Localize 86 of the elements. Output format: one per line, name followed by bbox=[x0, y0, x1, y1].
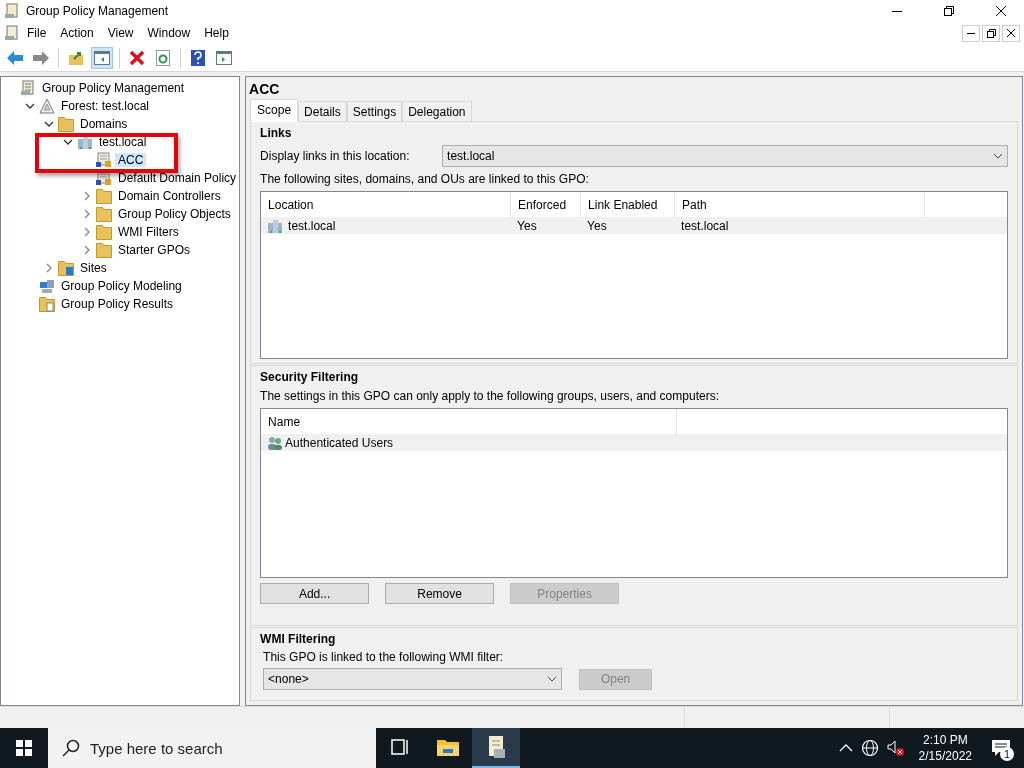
close-icon bbox=[996, 6, 1006, 16]
speaker-muted-icon[interactable] bbox=[886, 739, 905, 757]
tree-item[interactable]: test.local bbox=[96, 135, 150, 149]
tree-item[interactable]: Forest: test.local bbox=[58, 99, 153, 113]
tree-item[interactable]: WMI Filters bbox=[115, 225, 182, 239]
table-cell: Yes bbox=[517, 218, 537, 233]
menu-item[interactable]: Window bbox=[140, 26, 198, 40]
tab[interactable]: Settings bbox=[346, 101, 403, 122]
table-cell: test.local bbox=[288, 218, 336, 233]
scroll-lock-icon bbox=[96, 152, 112, 168]
folder-icon bbox=[436, 737, 460, 757]
section-heading: WMI Filtering bbox=[260, 632, 337, 646]
restore-icon bbox=[986, 28, 996, 38]
folder-icon bbox=[96, 206, 112, 222]
close-icon bbox=[1007, 29, 1015, 37]
list-row[interactable]: test.local Yes Yes test.local bbox=[261, 217, 1008, 234]
table-cell: test.local bbox=[681, 218, 729, 233]
computers-icon bbox=[39, 278, 55, 294]
minimize-icon bbox=[967, 32, 975, 34]
dropdown-caret-icon[interactable] bbox=[547, 676, 558, 682]
list-row[interactable]: Authenticated Users bbox=[261, 434, 1008, 451]
tree-item[interactable]: ACC bbox=[115, 153, 147, 167]
table-cell: Yes bbox=[587, 218, 607, 233]
menu-item[interactable]: Help bbox=[197, 26, 236, 40]
globe-icon[interactable] bbox=[860, 739, 879, 757]
scroll-lock-icon bbox=[96, 170, 112, 186]
clock[interactable]: 2:10 PM 2/15/2022 bbox=[912, 732, 978, 764]
tree-item[interactable]: Group Policy Objects bbox=[115, 207, 234, 221]
back-arrow-icon[interactable] bbox=[7, 50, 23, 65]
menu-item[interactable]: Action bbox=[53, 26, 101, 40]
tree-item[interactable]: Domains bbox=[77, 117, 131, 131]
tree-item[interactable]: Group Policy Modeling bbox=[58, 279, 185, 293]
window-title: Group Policy Management bbox=[26, 4, 170, 18]
tree-item[interactable]: Default Domain Policy bbox=[115, 171, 240, 185]
delete-icon[interactable] bbox=[129, 49, 145, 66]
section-heading: Links bbox=[260, 126, 293, 140]
location-dropdown[interactable]: test.local bbox=[442, 145, 1009, 167]
tab[interactable]: Details bbox=[298, 101, 347, 122]
task-view-icon bbox=[391, 739, 409, 755]
minimize-button[interactable] bbox=[962, 24, 980, 42]
tree-item[interactable]: Group Policy Management bbox=[39, 81, 188, 95]
list-caption: The following sites, domains, and OUs are linked to this GPO: bbox=[260, 172, 590, 186]
windows-logo-icon bbox=[16, 740, 32, 756]
folder-icon bbox=[96, 242, 112, 258]
close-button[interactable] bbox=[1002, 24, 1020, 42]
tree-item[interactable]: Group Policy Results bbox=[58, 297, 177, 311]
search-icon bbox=[62, 739, 80, 757]
triangle-icon bbox=[39, 98, 55, 114]
gpo-title: ACC bbox=[248, 80, 281, 99]
tree-item[interactable]: Sites bbox=[77, 261, 110, 275]
tree-item[interactable]: Starter GPOs bbox=[115, 243, 194, 257]
folder-up-icon[interactable] bbox=[68, 49, 84, 66]
scroll-app-button[interactable] bbox=[472, 728, 520, 768]
table-cell: Authenticated Users bbox=[285, 435, 394, 450]
minimize-icon bbox=[892, 10, 902, 12]
list-caption: The settings in this GPO can only apply to the following groups, users, and computers: bbox=[260, 389, 720, 403]
restore-button[interactable] bbox=[982, 24, 1000, 42]
users-icon bbox=[267, 435, 284, 450]
folder-grid-icon bbox=[58, 260, 74, 276]
buildings-icon bbox=[267, 217, 284, 234]
tree-item[interactable]: Domain Controllers bbox=[115, 189, 224, 203]
console-scroll-icon bbox=[20, 80, 36, 96]
action-button[interactable]: Add... bbox=[260, 583, 370, 604]
chevron-up-icon[interactable] bbox=[838, 744, 853, 752]
folder-icon bbox=[58, 116, 74, 132]
search-field[interactable]: Type here to search bbox=[48, 728, 376, 768]
wmi-filter-dropdown[interactable]: <none> bbox=[263, 668, 563, 690]
folder-icon bbox=[96, 224, 112, 240]
dropdown-caret-icon[interactable] bbox=[993, 153, 1004, 159]
section-heading: Security Filtering bbox=[260, 370, 360, 384]
restore-icon bbox=[944, 6, 954, 16]
action-button[interactable]: Remove bbox=[385, 583, 495, 604]
menu-item[interactable]: File bbox=[20, 26, 54, 40]
help-icon[interactable] bbox=[191, 49, 205, 66]
tab[interactable]: Delegation bbox=[402, 101, 472, 122]
action-pane-icon[interactable] bbox=[216, 50, 232, 65]
console-tree-icon[interactable] bbox=[94, 50, 110, 65]
menu-item[interactable]: View bbox=[100, 26, 141, 40]
refresh-icon[interactable] bbox=[156, 49, 170, 66]
app-scroll-icon bbox=[4, 3, 20, 19]
folder-document-icon bbox=[39, 296, 55, 312]
notifications-button[interactable]: 1 bbox=[986, 733, 1016, 763]
tab[interactable]: Scope bbox=[250, 99, 299, 122]
folder-icon bbox=[96, 188, 112, 204]
field-label: Display links in this location: bbox=[260, 149, 411, 163]
field-label: This GPO is linked to the following WMI filter: bbox=[262, 650, 505, 664]
